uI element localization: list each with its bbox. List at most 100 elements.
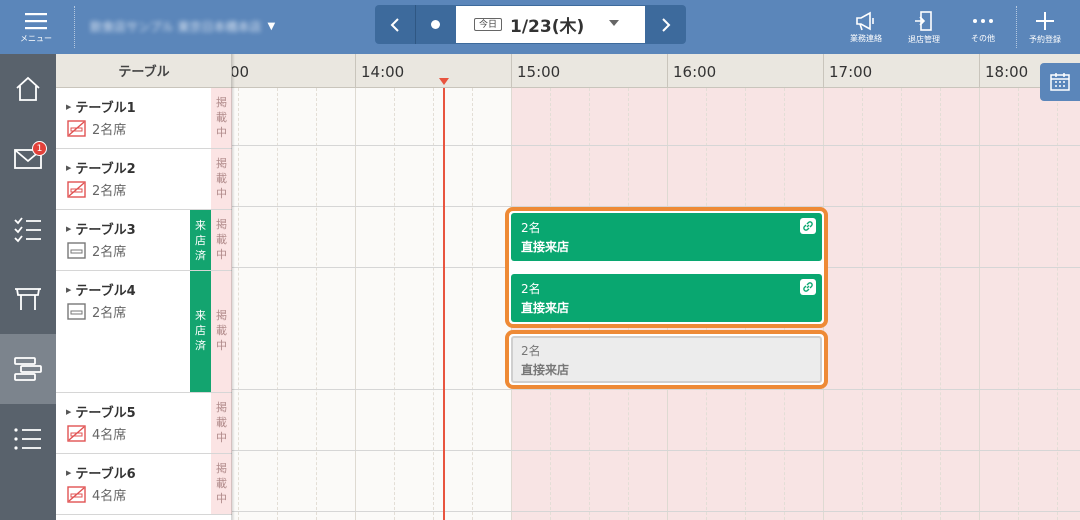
- grid-line: [472, 88, 473, 520]
- header-divider: [74, 6, 75, 48]
- new-reservation-button[interactable]: 予約登録: [1020, 0, 1070, 54]
- table-row[interactable]: ▶ テーブル3 2名席 来店済 掲載中: [56, 210, 232, 271]
- hour-tick: [979, 54, 980, 87]
- grid-line: [433, 88, 434, 520]
- sidebar: 1: [0, 54, 56, 520]
- grid-line: [901, 88, 902, 520]
- home-icon: [16, 76, 40, 101]
- table-row[interactable]: ▶ テーブル6 4名席 掲載中: [56, 454, 232, 515]
- megaphone-icon: [856, 11, 874, 30]
- grid-line: [1018, 88, 1019, 520]
- menu-label: メニュー: [20, 33, 52, 43]
- table-seats: 2名席: [67, 119, 126, 138]
- table-row[interactable]: ▶ テーブル2 2名席 掲載中: [56, 149, 232, 210]
- next-day-button[interactable]: [646, 5, 686, 44]
- business-notice-label: 業務連絡: [850, 33, 882, 43]
- table-name: ▶ テーブル3: [66, 223, 136, 238]
- link-icon[interactable]: [800, 218, 816, 234]
- reservation-card[interactable]: 2名 直接来店: [511, 274, 822, 322]
- table-name: ▶ テーブル5: [66, 406, 136, 421]
- no-smoking-icon: [67, 120, 86, 137]
- dot-icon: [431, 20, 440, 29]
- prev-day-button[interactable]: [375, 5, 415, 44]
- current-time-marker: [439, 78, 449, 85]
- hour-tick: [667, 54, 668, 87]
- sidebar-item-tasks[interactable]: [0, 194, 56, 264]
- grid-line: [1057, 88, 1058, 520]
- column-shadow: [231, 54, 235, 520]
- date-select[interactable]: 今日 1/23(木): [456, 6, 645, 43]
- expand-triangle-icon: ▶: [66, 224, 72, 233]
- table-name: ▶ テーブル6: [66, 467, 136, 482]
- reservation-card[interactable]: 2名 直接来店: [511, 336, 822, 383]
- table-seats: 4名席: [67, 485, 126, 504]
- caret-down-icon: [609, 20, 619, 26]
- visited-status: 来店済: [190, 271, 211, 392]
- expand-triangle-icon: ▶: [66, 163, 72, 172]
- timeline-grid[interactable]: 2名 直接来店 2名 直接来店 2名 直接来店: [232, 88, 1080, 520]
- no-smoking-icon: [67, 181, 86, 198]
- sidebar-item-list[interactable]: [0, 404, 56, 474]
- smoking-icon: [67, 303, 86, 320]
- checkout-manage-label: 退店管理: [908, 34, 940, 44]
- link-icon[interactable]: [800, 279, 816, 295]
- table-seats: 4名席: [67, 424, 126, 443]
- grid-line: [277, 88, 278, 520]
- timeline-icon: [14, 357, 42, 381]
- jump-today-button[interactable]: [415, 5, 455, 44]
- party-size: 2名: [521, 344, 541, 358]
- reservation-type: 直接来店: [521, 301, 570, 315]
- hamburger-icon: [25, 12, 47, 29]
- table-name: ▶ テーブル4: [66, 284, 136, 299]
- hour-tick: [355, 54, 356, 87]
- visited-status: 来店済: [190, 210, 211, 270]
- table-seats: 2名席: [67, 180, 126, 199]
- row-divider: [232, 450, 1080, 451]
- hour-label: 17:00: [829, 63, 873, 81]
- chevron-left-icon: [390, 17, 399, 32]
- list-icon: [14, 428, 41, 450]
- checkout-manage-button[interactable]: 退店管理: [898, 0, 950, 54]
- table-row[interactable]: ▶ テーブル4 2名席 来店済 掲載中: [56, 271, 232, 393]
- table-name: ▶ テーブル2: [66, 162, 136, 177]
- timeline-header: 00 14:00 15:00 16:00 17:00 18:00: [232, 54, 1080, 88]
- expand-triangle-icon: ▶: [66, 407, 72, 416]
- table-column-header: テーブル: [56, 54, 232, 88]
- business-notice-button[interactable]: 業務連絡: [840, 0, 892, 54]
- sidebar-item-home[interactable]: [0, 54, 56, 124]
- no-smoking-icon: [67, 425, 86, 442]
- table-icon: [15, 288, 41, 310]
- row-divider: [232, 389, 1080, 390]
- sidebar-item-timeline[interactable]: [0, 334, 56, 404]
- hour-tick: [823, 54, 824, 87]
- sidebar-item-messages[interactable]: 1: [0, 124, 56, 194]
- store-selector[interactable]: 飲食店サンプル 東京日本橋本店 ▼: [90, 14, 340, 38]
- sidebar-item-tables[interactable]: [0, 264, 56, 334]
- table-row[interactable]: ▶ テーブル1 2名席 掲載中: [56, 88, 232, 149]
- hour-label: 18:00: [985, 63, 1029, 81]
- reservation-type: 直接来店: [521, 240, 570, 254]
- reservation-card[interactable]: 2名 直接来店: [511, 213, 822, 261]
- plus-icon: [1036, 11, 1054, 30]
- checklist-icon: [14, 217, 41, 243]
- store-name: 飲食店サンプル 東京日本橋本店: [90, 19, 262, 34]
- listing-status: 掲載中: [211, 393, 232, 453]
- calendar-button[interactable]: [1040, 63, 1080, 101]
- table-row[interactable]: ▶ テーブル5 4名席 掲載中: [56, 393, 232, 454]
- table-seats: 2名席: [67, 302, 126, 321]
- linked-reservation-group: 2名 直接来店 2名 直接来店: [505, 207, 828, 328]
- listing-status: 掲載中: [211, 149, 232, 209]
- more-button[interactable]: その他: [958, 0, 1008, 54]
- hour-label: 16:00: [673, 63, 717, 81]
- calendar-icon: [1050, 73, 1070, 91]
- grid-line: [316, 88, 317, 520]
- unread-badge: 1: [32, 141, 47, 156]
- menu-button[interactable]: メニュー: [0, 0, 72, 54]
- today-chip: 今日: [474, 18, 503, 31]
- chevron-down-icon: ▼: [267, 20, 276, 32]
- expand-triangle-icon: ▶: [66, 468, 72, 477]
- smoking-icon: [67, 242, 86, 259]
- current-time-line: [443, 88, 445, 520]
- pending-reservation-group: 2名 直接来店: [505, 330, 828, 389]
- hour-label: 14:00: [361, 63, 405, 81]
